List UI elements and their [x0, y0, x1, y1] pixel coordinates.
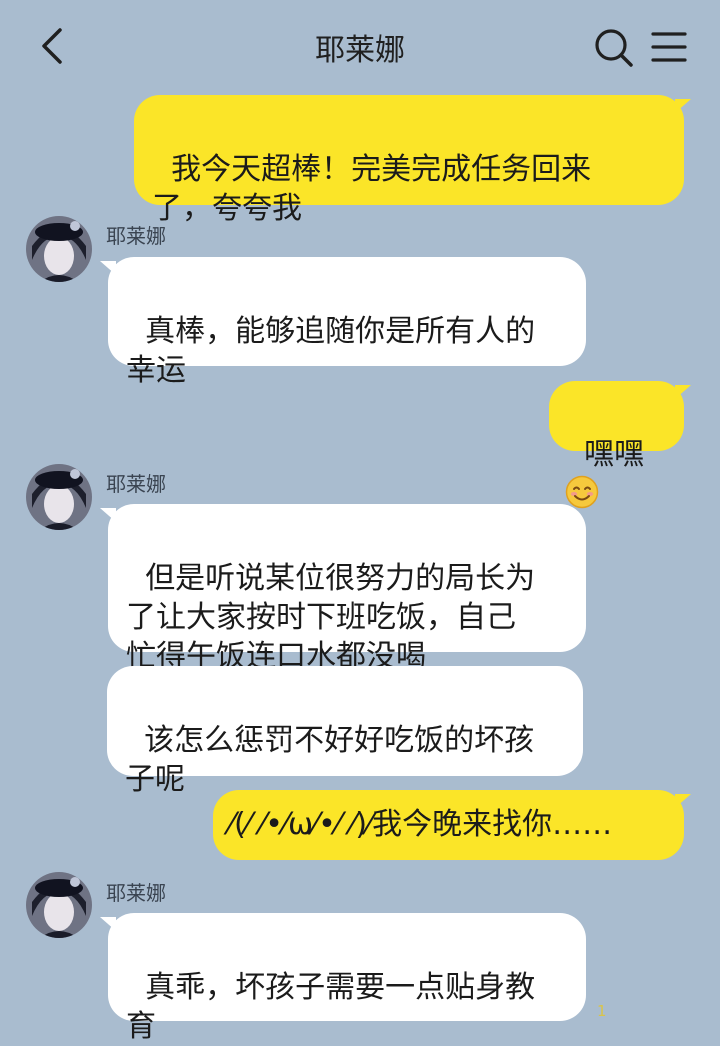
sender-name: 耶莱娜 [106, 472, 166, 496]
message-bubble-incoming[interactable]: 真乖，坏孩子需要一点贴身教 育 [100, 913, 586, 1044]
message-text: 我今天超棒！完美完成任务回来 了，夸夸我 [152, 152, 592, 226]
message-bubble-outgoing[interactable]: ⁄(⁄ ⁄•⁄ω⁄•⁄ ⁄)⁄我今晚来找你…… [213, 790, 691, 860]
message-bubble-outgoing[interactable]: 嘿嘿 [549, 381, 691, 509]
message-text: 真乖，坏孩子需要一点贴身教 育 [126, 970, 536, 1044]
message-bubble-incoming[interactable]: 真棒，能够追随你是所有人的 幸运 [100, 257, 586, 388]
avatar-image [26, 216, 92, 282]
avatar[interactable] [26, 216, 92, 282]
message-text: ⁄(⁄ ⁄•⁄ω⁄•⁄ ⁄)⁄我今晚来找你…… [229, 807, 613, 842]
message-bubble-incoming[interactable]: 但是听说某位很努力的局长为 了让大家按时下班吃饭，自己 忙得午饭连口水都没喝 [100, 504, 586, 674]
avatar[interactable] [26, 872, 92, 938]
message-text: 该怎么惩罚不好好吃饭的坏孩 子呢 [125, 723, 535, 797]
menu-icon [651, 32, 687, 62]
sender-name: 耶莱娜 [106, 224, 166, 248]
avatar[interactable] [26, 464, 92, 530]
message-bubble-outgoing[interactable]: 我今天超棒！完美完成任务回来 了，夸夸我 [134, 95, 691, 226]
avatar-image [26, 872, 92, 938]
search-button[interactable] [592, 24, 638, 70]
unread-count: 1 [597, 1002, 607, 1020]
message-bubble-incoming[interactable]: 该怎么惩罚不好好吃饭的坏孩 子呢 [107, 666, 583, 797]
message-text: 嘿嘿 [584, 437, 645, 472]
search-icon [595, 29, 633, 67]
message-text: 但是听说某位很努力的局长为 了让大家按时下班吃饭，自己 忙得午饭连口水都没喝 [126, 561, 536, 674]
menu-button[interactable] [648, 24, 690, 70]
avatar-image [26, 464, 92, 530]
message-text: 真棒，能够追随你是所有人的 幸运 [126, 314, 536, 388]
sender-name: 耶莱娜 [106, 881, 166, 905]
chat-header: 耶莱娜 [0, 0, 720, 95]
